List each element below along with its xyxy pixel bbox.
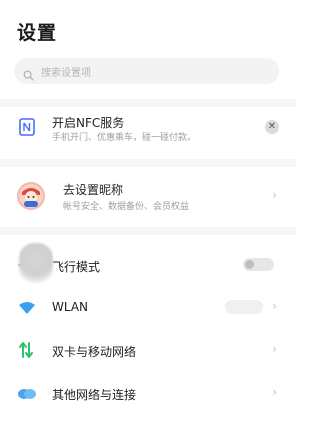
- chevron-right-icon: ›: [272, 385, 277, 399]
- nfc-subtitle: 手机开门、优惠乘车，碰一碰付款。: [52, 133, 197, 143]
- section-divider: [0, 227, 296, 235]
- search-bar[interactable]: 搜索设置项: [14, 58, 279, 84]
- toggle-knob: [245, 260, 254, 269]
- dual-sim-row[interactable]: 双卡与移动网络 ›: [0, 337, 296, 363]
- airplane-mode-toggle[interactable]: [243, 258, 274, 271]
- account-row[interactable]: 去设置昵称 帐号安全、数据备份、会员权益 ›: [0, 170, 296, 220]
- search-placeholder: 搜索设置项: [41, 67, 91, 79]
- wlan-status-blurred: [225, 300, 263, 314]
- section-divider: [0, 99, 296, 107]
- other-networks-row[interactable]: 其他网络与连接 ›: [0, 380, 296, 406]
- account-subtitle: 帐号安全、数据备份、会员权益: [63, 202, 190, 212]
- chevron-right-icon: ›: [272, 188, 277, 202]
- other-networks-label: 其他网络与连接: [52, 388, 137, 402]
- airplane-mode-label: 飞行模式: [52, 260, 101, 274]
- page-title: 设置: [17, 22, 58, 44]
- sim-arrows-icon: [19, 341, 33, 362]
- dual-sim-label: 双卡与移动网络: [52, 345, 137, 359]
- avatar: [16, 181, 46, 215]
- nfc-icon: [19, 118, 35, 140]
- blurred-overlay: [19, 243, 53, 283]
- chevron-right-icon: ›: [272, 299, 277, 313]
- account-title: 去设置昵称: [63, 183, 124, 197]
- search-icon: [23, 66, 34, 81]
- nfc-service-row[interactable]: 开启NFC服务 手机开门、优惠乘车，碰一碰付款。 ✕: [0, 107, 296, 153]
- nfc-title: 开启NFC服务: [52, 116, 125, 130]
- close-icon[interactable]: ✕: [265, 120, 279, 134]
- wlan-label: WLAN: [52, 300, 89, 314]
- chevron-right-icon: ›: [272, 342, 277, 356]
- wifi-icon: [18, 300, 36, 319]
- section-divider: [0, 159, 296, 167]
- cloud-link-icon: [17, 386, 37, 405]
